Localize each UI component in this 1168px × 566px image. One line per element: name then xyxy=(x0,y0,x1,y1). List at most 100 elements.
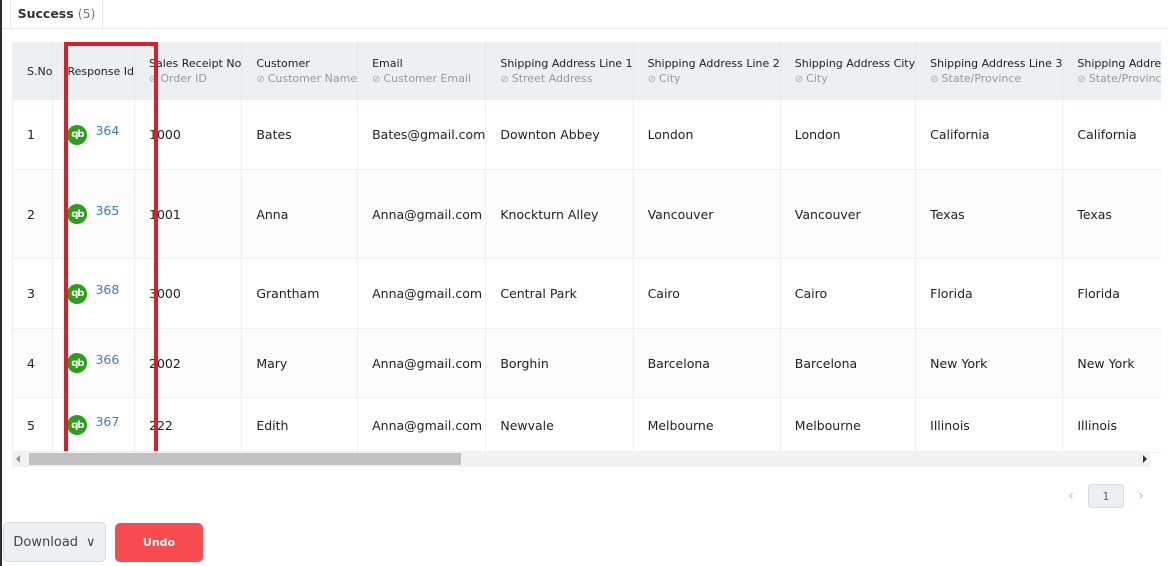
column-header[interactable]: Shipping Address Line 3 ⊘ State/Province xyxy=(915,42,1064,100)
column-title: Email xyxy=(372,57,403,70)
scroll-right-arrow-icon[interactable] xyxy=(1143,455,1147,463)
column-title: Shipping Address Line 3 xyxy=(930,57,1063,70)
column-header[interactable]: Customer ⊘ Customer Name xyxy=(241,42,359,100)
cell-text: New York xyxy=(930,355,988,371)
cell-text: 3 xyxy=(27,286,35,301)
horizontal-scrollbar[interactable] xyxy=(12,451,1150,467)
column-header[interactable]: Email ⊘ Customer Email xyxy=(357,42,487,100)
column-header[interactable]: Response Id xyxy=(52,42,135,100)
cell-response-id: qb 368 xyxy=(52,258,135,329)
tab-success[interactable]: Success (5) xyxy=(10,0,103,28)
cell-customer: Bates xyxy=(241,100,359,170)
column-title: Shipping Address State xyxy=(1077,57,1161,70)
cell-text: Anna@gmail.com xyxy=(372,355,483,371)
cell-line2: Melbourne xyxy=(633,397,781,453)
column-header[interactable]: Shipping Address State ⊘State/Province xyxy=(1062,42,1161,100)
cell-text: Florida xyxy=(1077,286,1120,301)
response-id-link[interactable]: 366 xyxy=(95,352,119,367)
cell-email: Anna@gmail.com xyxy=(357,258,487,329)
cell-line2: Cairo xyxy=(633,258,781,329)
column-title: Sales Receipt No xyxy=(149,57,242,70)
quickbooks-icon: qb xyxy=(67,353,88,373)
cell-response-id: qb 364 xyxy=(52,100,135,170)
cell-email: Anna@gmail.com xyxy=(357,328,487,398)
mapped-field: ⊘ Order ID xyxy=(149,72,241,85)
page-number-button[interactable]: 1 xyxy=(1088,484,1124,508)
cell-text: Anna@gmail.com xyxy=(372,417,483,433)
link-icon: ⊘ xyxy=(794,74,804,85)
cell-text: Texas xyxy=(930,206,965,222)
column-header[interactable]: Sales Receipt No ⊘ Order ID xyxy=(134,42,243,100)
cell-text: Melbourne xyxy=(794,417,861,433)
cell-sno: 1 xyxy=(13,100,54,170)
mapped-field: ⊘ Customer Name xyxy=(256,72,356,85)
mapped-field-label: Order ID xyxy=(160,72,207,85)
cell-line2: London xyxy=(633,100,781,170)
cell-receipt: 3000 xyxy=(134,258,243,329)
cell-email: Bates@gmail.com xyxy=(357,100,487,170)
cell-state: Florida xyxy=(1062,258,1161,329)
download-button[interactable]: Download ∨ xyxy=(3,522,106,562)
response-id-link[interactable]: 367 xyxy=(95,414,119,429)
cell-line2: Barcelona xyxy=(633,328,781,398)
response-id-link[interactable]: 365 xyxy=(95,203,119,218)
cell-text: Bates@gmail.com xyxy=(372,127,486,142)
mapped-field-label: Customer Email xyxy=(383,72,471,85)
cell-line3: New York xyxy=(915,328,1064,398)
cell-text: Melbourne xyxy=(647,417,714,433)
cell-line3: Illinois xyxy=(915,397,1064,453)
mapped-field-label: City xyxy=(658,72,681,85)
tab-label: Success xyxy=(17,6,74,21)
cell-text: Anna xyxy=(256,206,289,222)
column-header[interactable]: Shipping Address Line 2 ⊘ City xyxy=(633,42,781,100)
cell-email: Anna@gmail.com xyxy=(357,397,487,453)
cell-line1: Newvale xyxy=(485,397,634,453)
prev-page-icon[interactable]: ‹ xyxy=(1064,488,1078,504)
quickbooks-icon: qb xyxy=(67,124,88,145)
scroll-left-arrow-icon[interactable] xyxy=(16,455,20,463)
cell-text: Anna@gmail.com xyxy=(372,286,483,301)
mapped-field-label: Street Address xyxy=(511,72,593,85)
response-id-link[interactable]: 368 xyxy=(95,282,119,297)
link-icon: ⊘ xyxy=(149,74,158,85)
cell-text: 1 xyxy=(27,127,35,142)
cell-text: Newvale xyxy=(500,417,554,433)
undo-button[interactable]: Undo xyxy=(115,523,203,562)
cell-text: Edith xyxy=(256,417,289,433)
cell-line3: Texas xyxy=(915,169,1064,259)
cell-customer: Mary xyxy=(241,328,359,398)
cell-response-id: qb 365 xyxy=(52,169,135,259)
link-icon: ⊘ xyxy=(930,74,939,85)
cell-text: Central Park xyxy=(500,286,577,301)
column-title: Shipping Address Line 2 xyxy=(647,57,780,70)
column-header[interactable]: S.No xyxy=(13,42,54,100)
cell-city: Barcelona xyxy=(780,328,917,398)
response-id-link[interactable]: 364 xyxy=(95,123,119,138)
cell-line1: Knockturn Alley xyxy=(485,169,634,259)
cell-line2: Vancouver xyxy=(633,169,781,259)
link-icon: ⊘ xyxy=(1077,74,1086,85)
column-title: S.No xyxy=(27,64,53,78)
cell-text: Cairo xyxy=(794,286,828,301)
cell-text: Mary xyxy=(256,355,288,371)
chevron-down-icon: ∨ xyxy=(86,534,96,550)
cell-text: London xyxy=(794,127,841,142)
link-icon: ⊘ xyxy=(372,74,381,85)
quickbooks-icon: qb xyxy=(67,204,88,224)
cell-text: Vancouver xyxy=(647,206,714,222)
cell-text: Borghin xyxy=(500,355,549,371)
tab-count: (5) xyxy=(77,6,96,21)
results-table: S.No Response Id Sales Receipt No ⊘ Order ID… xyxy=(12,42,1161,468)
next-page-icon[interactable]: › xyxy=(1134,488,1148,504)
cell-receipt: 2002 xyxy=(134,328,243,398)
column-title: Shipping Address Line 1 xyxy=(500,57,633,70)
scrollbar-thumb[interactable] xyxy=(29,453,461,465)
mapped-field-label: City xyxy=(806,72,828,85)
cell-text: 5 xyxy=(27,417,35,433)
window-edge xyxy=(0,0,2,566)
column-header[interactable]: Shipping Address City ⊘ City xyxy=(780,42,917,100)
cell-text: 222 xyxy=(149,417,173,433)
cell-text: California xyxy=(930,127,990,142)
column-header[interactable]: Shipping Address Line 1 ⊘ Street Address xyxy=(485,42,634,100)
table-header-row: S.No Response Id Sales Receipt No ⊘ Order ID… xyxy=(13,42,1161,100)
